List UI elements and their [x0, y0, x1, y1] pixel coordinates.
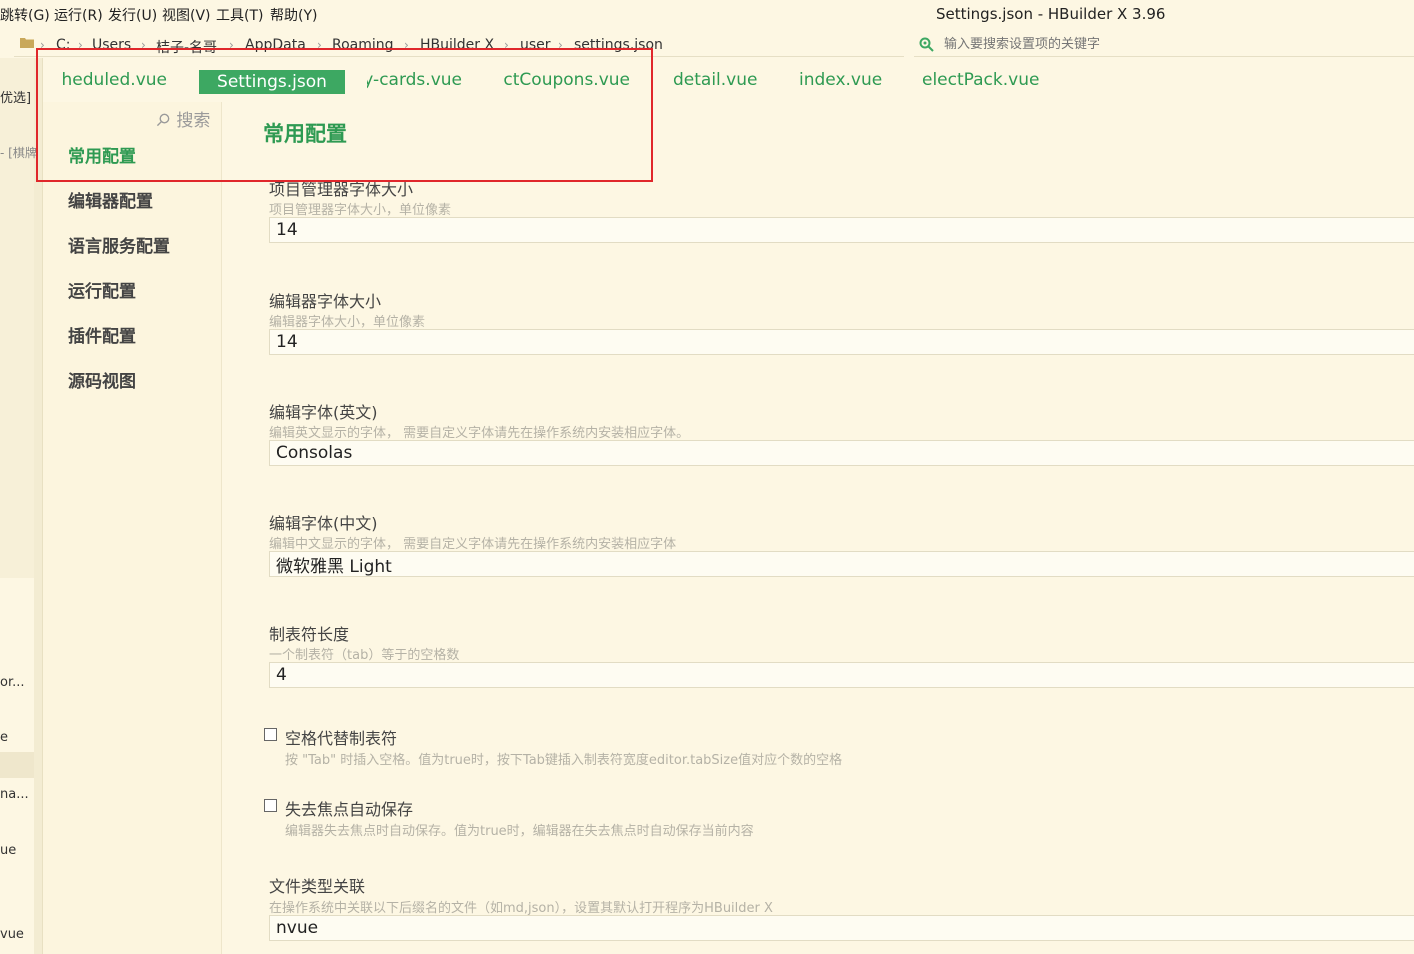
chevron-right-icon: ›: [317, 38, 322, 52]
tab-label: detail.vue: [673, 70, 758, 90]
setting-label: 文件类型关联: [269, 877, 366, 896]
setting-desc: 编辑中文显示的字体， 需要自定义字体请先在操作系统内安装相应字体: [269, 537, 677, 552]
tab-detail[interactable]: detail.vue: [673, 70, 757, 90]
project-font-size-input[interactable]: [269, 217, 1414, 243]
nav-search-label: 搜索: [176, 111, 211, 131]
breadcrumb-item[interactable]: Users: [92, 37, 131, 53]
checkbox-desc: 编辑器失去焦点时自动保存。值为true时，编辑器在失去焦点时自动保存当前内容: [285, 824, 754, 839]
editor-font-size-input[interactable]: [269, 329, 1414, 355]
tab-label: electPack.vue: [922, 70, 1040, 90]
nav-item-run[interactable]: 运行配置: [68, 277, 136, 302]
breadcrumb-item[interactable]: Roaming: [332, 37, 394, 53]
menu-publish[interactable]: 发行(U): [108, 5, 157, 25]
gear-search-icon: [919, 37, 934, 52]
project-item[interactable]: or...: [0, 675, 25, 690]
setting-label: 编辑字体(中文): [269, 514, 378, 533]
project-panel: [0, 58, 34, 578]
tab-size-input[interactable]: [269, 662, 1414, 688]
chevron-right-icon: ›: [78, 38, 83, 52]
menu-bar: 跳转(G) 运行(R) 发行(U) 视图(V) 工具(T) 帮助(Y): [0, 0, 1414, 30]
tab-select-coupons[interactable]: selectCoupons.vue: [503, 70, 630, 90]
chinese-font-input[interactable]: [269, 551, 1414, 577]
menu-tools[interactable]: 工具(T): [216, 5, 263, 25]
auto-save-checkbox[interactable]: [264, 799, 277, 812]
breadcrumb-item[interactable]: 桔子-名哥: [156, 37, 217, 57]
panel-splitter[interactable]: [34, 58, 43, 954]
breadcrumb-item[interactable]: user: [520, 37, 551, 53]
breadcrumb-item[interactable]: HBuilder X: [420, 37, 494, 53]
setting-desc: 编辑器字体大小，单位像素: [269, 315, 426, 330]
tab-label: selectCoupons.vue: [503, 70, 630, 90]
project-item[interactable]: vue: [0, 927, 24, 942]
file-association-input[interactable]: [269, 915, 1414, 941]
chevron-right-icon: ›: [229, 38, 234, 52]
insert-spaces-checkbox[interactable]: [264, 728, 277, 741]
settings-nav: [43, 102, 222, 954]
menu-goto[interactable]: 跳转(G): [0, 5, 50, 25]
setting-desc: 在操作系统中关联以下后缀名的文件（如md,json），设置其默认打开程序为HBu…: [269, 901, 773, 916]
chevron-right-icon: ›: [504, 38, 509, 52]
tab-my-cards[interactable]: my-cards.vue: [367, 70, 462, 90]
setting-label: 编辑器字体大小: [269, 292, 382, 311]
checkbox-desc: 按 "Tab" 时插入空格。值为true时，按下Tab键插入制表符宽度edito…: [285, 753, 843, 768]
setting-label: 编辑字体(英文): [269, 403, 378, 422]
chevron-right-icon: ›: [141, 38, 146, 52]
breadcrumb-item[interactable]: C:: [56, 37, 71, 53]
setting-label: 项目管理器字体大小: [269, 180, 414, 199]
nav-item-source-view[interactable]: 源码视图: [68, 367, 136, 392]
project-item[interactable]: na...: [0, 787, 29, 802]
tab-index[interactable]: index.vue: [799, 70, 882, 90]
page-title: 常用配置: [263, 122, 347, 146]
nav-item-plugins[interactable]: 插件配置: [68, 322, 136, 347]
menu-view[interactable]: 视图(V): [162, 5, 211, 25]
breadcrumb-item[interactable]: AppData: [245, 37, 306, 53]
folder-icon: [20, 38, 34, 48]
breadcrumb: › C: › Users › 桔子-名哥 › AppData › Roaming…: [14, 34, 904, 57]
chevron-right-icon: ›: [404, 38, 409, 52]
project-item[interactable]: ue: [0, 843, 16, 858]
search-icon: [156, 113, 170, 127]
setting-desc: 一个制表符（tab）等于的空格数: [269, 648, 460, 663]
chevron-right-icon: ›: [558, 38, 563, 52]
settings-search: [914, 34, 1414, 57]
english-font-input[interactable]: [269, 440, 1414, 466]
project-item[interactable]: e: [0, 730, 8, 745]
tab-label: Settings.json: [217, 72, 327, 92]
tab-label: index.vue: [799, 70, 883, 90]
tab-label: my-cards.vue: [367, 70, 462, 90]
menu-run[interactable]: 运行(R): [54, 5, 103, 25]
tab-elect-pack[interactable]: electPack.vue: [922, 70, 1039, 90]
nav-item-common[interactable]: 常用配置: [68, 142, 136, 167]
tab-label: scheduled.vue: [63, 70, 167, 90]
nav-search[interactable]: 搜索: [156, 106, 210, 131]
menu-help[interactable]: 帮助(Y): [270, 5, 317, 25]
setting-label: 制表符长度: [269, 625, 350, 644]
tab-scheduled[interactable]: scheduled.vue: [63, 70, 167, 90]
setting-desc: 编辑英文显示的字体， 需要自定义字体请先在操作系统内安装相应字体。: [269, 426, 690, 441]
checkbox-label: 空格代替制表符: [285, 729, 398, 748]
breadcrumb-item[interactable]: settings.json: [574, 37, 663, 53]
tab-settings[interactable]: Settings.json: [199, 70, 345, 94]
window-title: Settings.json - HBuilder X 3.96: [936, 5, 1166, 23]
nav-item-editor[interactable]: 编辑器配置: [68, 187, 153, 212]
chevron-right-icon: ›: [40, 38, 45, 52]
project-item[interactable]: 优选]: [0, 87, 31, 106]
settings-search-input[interactable]: [944, 34, 1404, 54]
project-selected-row[interactable]: [0, 752, 34, 778]
project-item[interactable]: - [棋牌: [0, 144, 37, 161]
setting-desc: 项目管理器字体大小，单位像素: [269, 203, 452, 218]
checkbox-label: 失去焦点自动保存: [285, 800, 414, 819]
nav-item-language-service[interactable]: 语言服务配置: [68, 232, 170, 257]
